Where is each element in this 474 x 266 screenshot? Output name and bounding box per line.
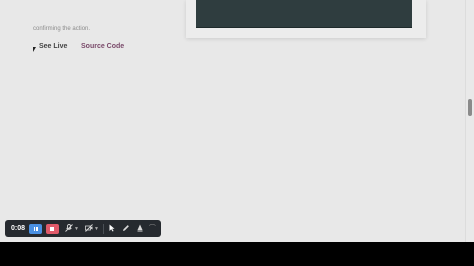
scrollbar-thumb[interactable] [468, 99, 472, 116]
more-icon[interactable]: ⌒ [149, 225, 156, 232]
pause-button[interactable] [29, 223, 42, 234]
pen-icon[interactable] [122, 224, 130, 234]
scrollbar[interactable] [465, 0, 474, 242]
recording-timer: 0:08 [11, 225, 26, 232]
toolbar-divider [102, 223, 104, 234]
highlighter-icon[interactable] [136, 224, 144, 234]
cursor-icon[interactable] [108, 224, 116, 234]
browser-viewport: confirming the action. See Live Source C… [0, 0, 474, 242]
camera-off-icon[interactable] [85, 223, 93, 234]
stop-button[interactable] [46, 223, 59, 234]
project-preview-image [196, 0, 412, 28]
chevron-down-icon[interactable]: ▼ [74, 226, 79, 232]
mouse-cursor-icon [33, 47, 36, 52]
see-live-link[interactable]: See Live [39, 43, 67, 50]
recording-toolbar: 0:08 ▼ ▼ ⌒ [5, 220, 161, 237]
description-line-2: confirming the action. [33, 26, 91, 32]
chevron-down-icon[interactable]: ▼ [94, 226, 99, 232]
source-code-link[interactable]: Source Code [81, 43, 124, 50]
microphone-off-icon[interactable] [65, 223, 73, 234]
